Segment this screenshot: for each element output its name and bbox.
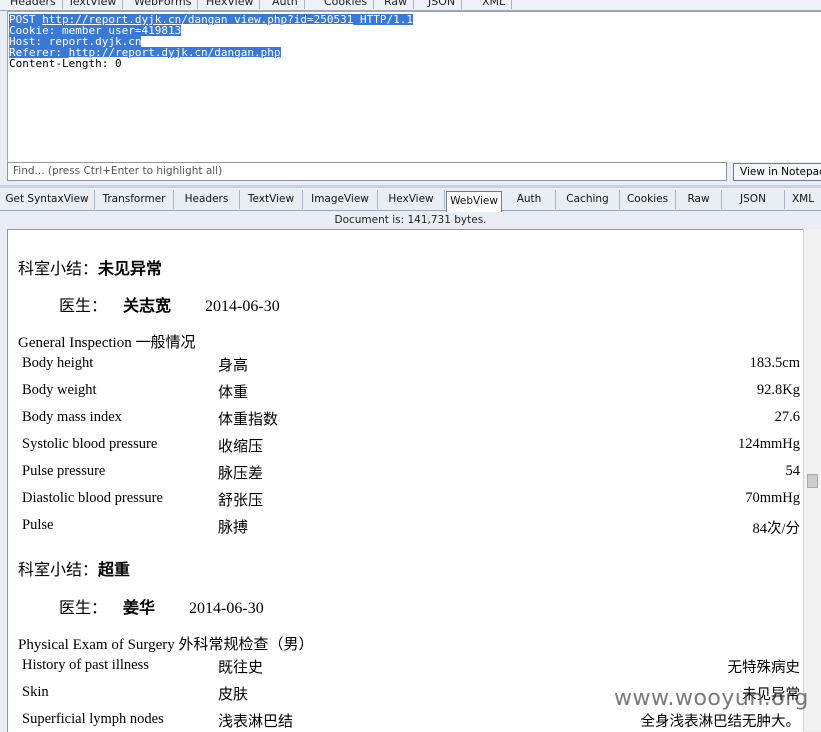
section2-summary: 科室小结：超重 bbox=[18, 556, 130, 580]
webview-scrollbar[interactable] bbox=[803, 229, 821, 731]
request-tab-fragment[interactable]: Headers bbox=[4, 0, 63, 9]
row-value: 70mmHg bbox=[745, 490, 800, 506]
tab-caching[interactable]: Caching bbox=[556, 190, 620, 209]
tab-headers[interactable]: Headers bbox=[174, 190, 240, 209]
row-value: 54 bbox=[785, 463, 801, 479]
exam-date: 2014-06-30 bbox=[205, 298, 280, 315]
section2-doctor: 医生： 姜华 2014-06-30 bbox=[59, 594, 264, 618]
row-label-en: Pulse bbox=[22, 517, 54, 533]
row-value: 27.6 bbox=[774, 409, 800, 425]
doctor-name: 姜华 bbox=[123, 600, 156, 617]
row-label-en: Body weight bbox=[22, 382, 97, 398]
row-label-cn: 舒张压 bbox=[218, 493, 264, 509]
response-tabbar: Get SyntaxView Transformer Headers TextV… bbox=[0, 190, 821, 212]
webview-content[interactable]: 科室小结：未见异常 医生： 关志宽 2014-06-30 General Inspe… bbox=[7, 229, 803, 732]
row-value: 无特殊病史 bbox=[727, 660, 801, 676]
content-length-header[interactable]: Content-Length: 0 bbox=[9, 58, 122, 69]
summary-label: 科室小结： bbox=[18, 261, 99, 278]
row-label-en: Systolic blood pressure bbox=[22, 436, 158, 452]
summary-value: 未见异常 bbox=[98, 261, 163, 278]
doctor-label: 医生： bbox=[59, 298, 108, 315]
tab-webview[interactable]: WebView bbox=[446, 191, 502, 212]
general-inspection-title: General Inspection 一般情况 bbox=[18, 335, 196, 351]
request-tab-fragment[interactable]: HexView bbox=[200, 0, 261, 9]
summary-label: 科室小结： bbox=[18, 562, 99, 579]
request-tab-fragment[interactable]: Cookies bbox=[318, 0, 375, 9]
row-label-cn: 体重指数 bbox=[218, 412, 279, 428]
request-protocol: HTTP/1.1 bbox=[360, 13, 413, 26]
doctor-name: 关志宽 bbox=[123, 298, 172, 315]
tab-hexview[interactable]: HexView bbox=[378, 190, 445, 209]
row-label-en: History of past illness bbox=[22, 657, 149, 673]
raw-request-pane[interactable]: POST http://report.dyjk.cn/dangan_view.p… bbox=[7, 11, 821, 162]
row-label-cn: 既往史 bbox=[218, 660, 264, 676]
exam-date: 2014-06-30 bbox=[189, 600, 264, 617]
find-input[interactable]: Find... (press Ctrl+Enter to highlight a… bbox=[7, 162, 727, 181]
doctor-label: 医生： bbox=[59, 600, 108, 617]
row-label-cn: 收缩压 bbox=[218, 439, 264, 455]
watermark: www.wooyun.org bbox=[614, 686, 809, 711]
surgery-exam-title: Physical Exam of Surgery 外科常规检查（男） bbox=[18, 637, 314, 653]
row-label-en: Body mass index bbox=[22, 409, 122, 425]
tab-raw[interactable]: Raw bbox=[676, 190, 722, 209]
row-label-en: Skin bbox=[22, 684, 49, 700]
row-value: 183.5cm bbox=[749, 355, 800, 371]
tab-cookies[interactable]: Cookies bbox=[620, 190, 676, 209]
tab-auth[interactable]: Auth bbox=[503, 190, 556, 209]
row-label-cn: 皮肤 bbox=[218, 687, 249, 703]
view-in-notepad-button[interactable]: View in Notepad bbox=[733, 163, 821, 181]
tab-imageview[interactable]: ImageView bbox=[303, 190, 378, 209]
row-value: 全身浅表淋巴结无肿大。 bbox=[640, 714, 801, 730]
request-tab-fragment[interactable]: TextView bbox=[62, 0, 124, 9]
scrollbar-thumb[interactable] bbox=[807, 474, 818, 488]
row-label-cn: 浅表淋巴结 bbox=[218, 714, 294, 730]
tab-transformer[interactable]: Transformer bbox=[95, 190, 174, 209]
row-label-cn: 体重 bbox=[218, 385, 249, 401]
request-tab-fragment[interactable]: Auth bbox=[266, 0, 305, 9]
request-tab-fragment[interactable]: XML bbox=[476, 0, 513, 9]
row-label-cn: 身高 bbox=[218, 358, 249, 374]
row-label-en: Body height bbox=[22, 355, 94, 371]
request-tab-fragment[interactable]: JSON bbox=[422, 0, 463, 9]
summary-value: 超重 bbox=[98, 562, 131, 579]
tab-textview[interactable]: TextView bbox=[240, 190, 303, 209]
row-label-en: Diastolic blood pressure bbox=[22, 490, 163, 506]
row-label-en: Superficial lymph nodes bbox=[22, 711, 164, 727]
section1-doctor: 医生： 关志宽 2014-06-30 bbox=[59, 292, 280, 316]
tab-json[interactable]: JSON bbox=[722, 190, 785, 209]
row-label-cn: 脉压差 bbox=[218, 466, 264, 482]
row-value: 124mmHg bbox=[737, 436, 800, 452]
document-size-info: Document is: 141,731 bytes. bbox=[334, 214, 487, 226]
request-tab-strip: Headers TextView WebForms HexView Auth C… bbox=[0, 0, 821, 11]
request-tab-fragment[interactable]: WebForms bbox=[128, 0, 199, 9]
tab-xml[interactable]: XML bbox=[785, 190, 821, 209]
pane-splitter[interactable] bbox=[0, 185, 821, 188]
row-label-en: Pulse pressure bbox=[22, 463, 106, 479]
row-label-cn: 脉搏 bbox=[218, 520, 249, 536]
row-value: 84次/分 bbox=[752, 521, 800, 537]
request-tab-fragment[interactable]: Raw bbox=[378, 0, 415, 9]
row-value: 92.8Kg bbox=[756, 382, 800, 398]
tab-get-syntaxview[interactable]: Get SyntaxView bbox=[0, 190, 95, 209]
section1-summary: 科室小结：未见异常 bbox=[18, 255, 162, 279]
